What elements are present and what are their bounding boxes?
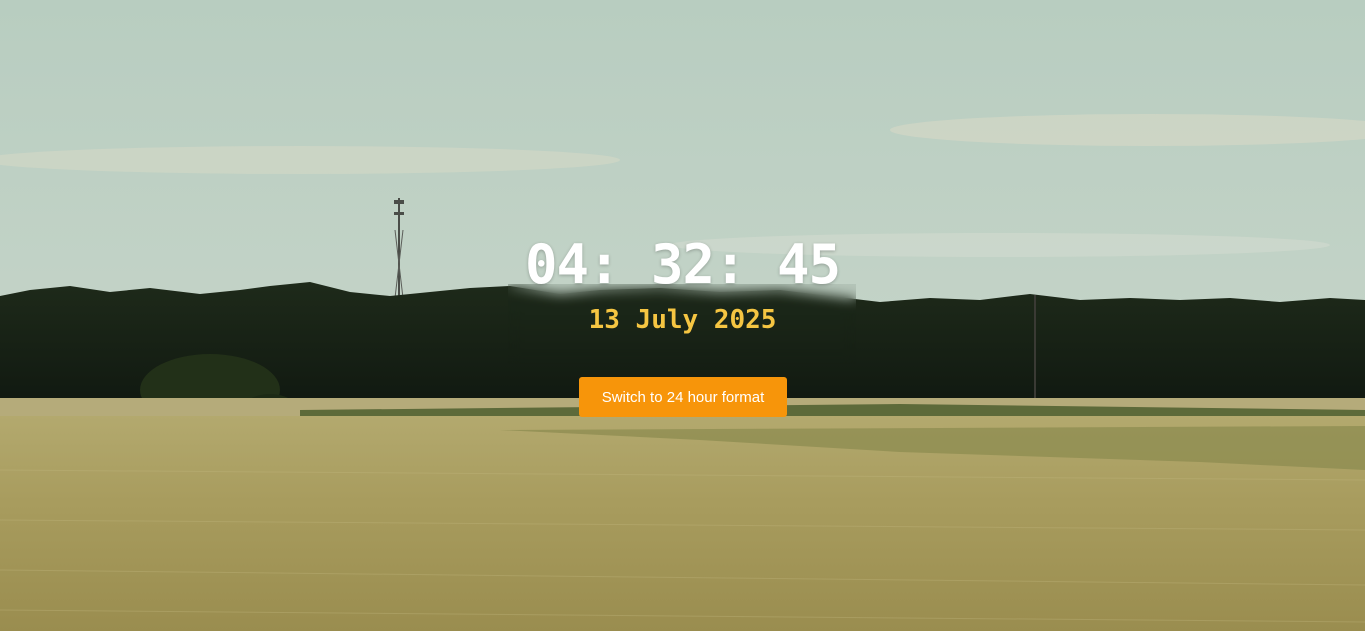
clock-date: 13 July 2025	[588, 305, 777, 335]
clock-time: 04: 32: 45	[524, 233, 841, 296]
switch-format-button[interactable]: Switch to 24 hour format	[579, 377, 787, 417]
clock-container: 04: 32: 45 13 July 2025 Switch to 24 hou…	[0, 0, 1365, 631]
